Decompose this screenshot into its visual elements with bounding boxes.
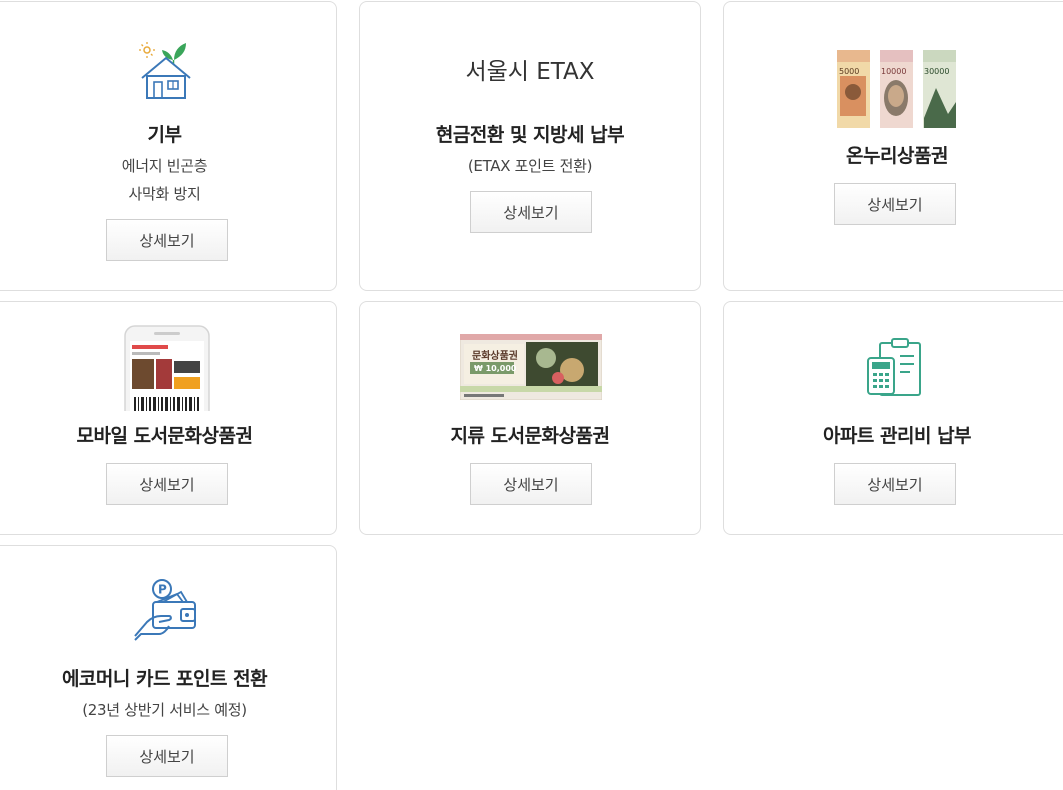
card-mobile-book-voucher: 모바일 도서문화상품권 상세보기 bbox=[0, 301, 337, 535]
wallet-points-icon: P bbox=[134, 579, 196, 641]
svg-text:P: P bbox=[158, 583, 167, 597]
note-30000: 30000 bbox=[924, 67, 949, 76]
onnuri-gift-certificates-image: 5000 10000 30000 bbox=[837, 50, 956, 128]
card-donation: 기부 에너지 빈곤층 사막화 방지 상세보기 bbox=[0, 1, 337, 291]
card-title: 지류 도서문화상품권 bbox=[450, 425, 610, 447]
card-onnuri: 5000 10000 30000 온누리상품권 상세보기 bbox=[723, 1, 1063, 291]
etax-logo: 서울시 ETAX bbox=[465, 59, 595, 85]
card-title: 아파트 관리비 납부 bbox=[822, 425, 972, 447]
house-sprout-icon bbox=[139, 42, 191, 99]
detail-button-donation[interactable]: 상세보기 bbox=[106, 219, 228, 261]
card-subtitle-2: 사막화 방지 bbox=[128, 185, 201, 203]
card-etax: 서울시 ETAX 현금전환 및 지방세 납부 (ETAX 포인트 전환) 상세보… bbox=[359, 1, 701, 291]
card-title: 온누리상품권 bbox=[846, 145, 948, 167]
card-title: 기부 bbox=[147, 124, 182, 146]
card-title: 현금전환 및 지방세 납부 bbox=[435, 124, 625, 146]
detail-button-mobile-voucher[interactable]: 상세보기 bbox=[106, 463, 228, 505]
detail-button-etax[interactable]: 상세보기 bbox=[470, 191, 592, 233]
mobile-phone-barcode-image bbox=[124, 325, 210, 411]
detail-button-onnuri[interactable]: 상세보기 bbox=[834, 183, 956, 225]
card-ecomoney-points: P 에코머니 카드 포인트 전환 (23년 상반기 서비스 예정) 상세보기 bbox=[0, 545, 337, 790]
card-subtitle: (ETAX 포인트 전환) bbox=[467, 157, 593, 175]
ticket-title: 문화상품권 bbox=[472, 349, 518, 362]
note-10000: 10000 bbox=[881, 67, 906, 76]
detail-button-paper-voucher[interactable]: 상세보기 bbox=[470, 463, 592, 505]
card-title: 모바일 도서문화상품권 bbox=[76, 425, 253, 447]
detail-button-apartment-fee[interactable]: 상세보기 bbox=[834, 463, 956, 505]
note-5000: 5000 bbox=[839, 67, 859, 76]
card-subtitle: (23년 상반기 서비스 예정) bbox=[82, 701, 247, 719]
card-subtitle: 에너지 빈곤층 bbox=[121, 157, 208, 175]
card-title: 에코머니 카드 포인트 전환 bbox=[61, 668, 268, 690]
card-paper-book-voucher: 문화상품권 ₩ 10,000 지류 도서문화상품권 상세보기 bbox=[359, 301, 701, 535]
card-apartment-fee: 아파트 관리비 납부 상세보기 bbox=[723, 301, 1063, 535]
ticket-amount: ₩ 10,000 bbox=[474, 364, 517, 373]
paper-gift-certificate-image: 문화상품권 ₩ 10,000 bbox=[460, 334, 602, 400]
detail-button-ecomoney[interactable]: 상세보기 bbox=[106, 735, 228, 777]
clipboard-calculator-icon bbox=[867, 338, 921, 396]
